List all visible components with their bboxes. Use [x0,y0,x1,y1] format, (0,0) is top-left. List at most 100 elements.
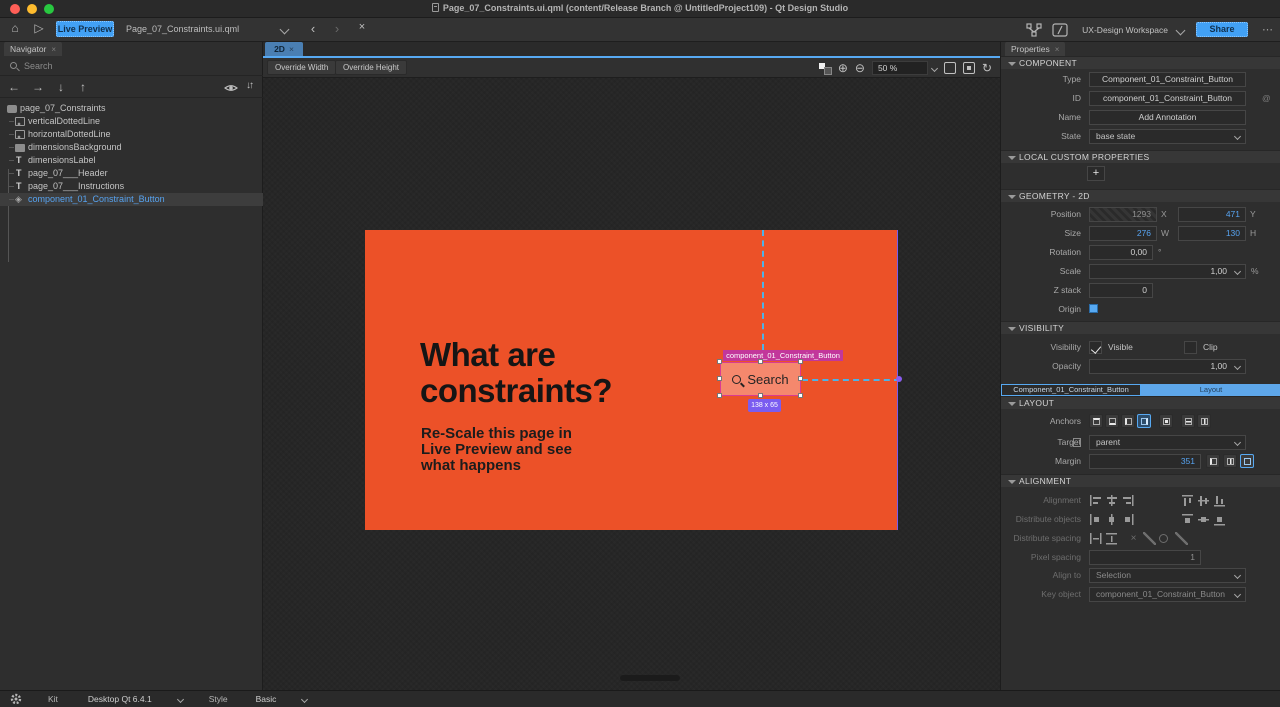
more-options-icon[interactable]: ⋯ [1262,23,1274,36]
selection-handle[interactable] [758,359,763,364]
anchor-horizontal-center-icon[interactable] [1197,414,1211,428]
zoom-level-select[interactable]: 50 % [872,61,928,75]
distribute-right-icon[interactable] [1121,513,1134,526]
anchor-top-icon[interactable] [1089,414,1103,428]
search-button-component[interactable]: Search [720,362,801,396]
add-property-button[interactable]: + [1087,166,1105,181]
spacing-diagonal-up-icon[interactable] [1143,532,1156,545]
spacing-diagonal-down-icon[interactable] [1175,532,1188,545]
align-right-icon[interactable] [1121,494,1134,507]
align-left-icon[interactable] [1089,494,1102,507]
align-bottom-icon[interactable] [1213,494,1226,507]
selection-handle[interactable] [758,393,763,398]
margin-left-icon[interactable] [1206,454,1220,468]
anchor-fill-icon[interactable] [1159,414,1173,428]
add-annotation-button[interactable]: Add Annotation [1089,110,1246,125]
share-button[interactable]: Share [1196,22,1248,37]
close-tab-icon[interactable]: × [289,44,294,54]
reset-view-icon[interactable]: ↻ [982,61,992,75]
anchor-left-icon[interactable] [1121,414,1135,428]
anchor-right-icon[interactable] [1137,414,1151,428]
visible-checkbox[interactable] [1089,341,1102,354]
annotations-icon[interactable] [1026,23,1042,37]
canvas-viewport[interactable]: What are constraints? Re-Scale this page… [263,78,1000,690]
navigator-tab[interactable]: Navigator× [4,42,62,56]
target-select[interactable]: parent [1089,435,1246,450]
section-visibility[interactable]: VISIBILITY [1001,321,1280,334]
canvas-color-mode-icon[interactable] [819,62,831,74]
tree-item-dimensions-background[interactable]: dimensionsBackground [0,141,263,154]
zstack-field[interactable]: 0 [1089,283,1153,298]
move-up-icon[interactable]: ↑ [80,80,86,94]
close-panel-icon[interactable]: × [1055,45,1060,54]
selection-handle[interactable] [717,359,722,364]
tree-item-vertical-dotted-line[interactable]: verticalDottedLine [0,115,263,128]
selection-handle[interactable] [798,393,803,398]
close-panel-icon[interactable]: × [51,45,56,54]
gear-icon[interactable] [10,693,22,705]
key-object-select[interactable]: component_01_Constraint_Button [1089,587,1246,602]
rotation-field[interactable]: 0,00 [1089,245,1153,260]
subtab-component[interactable]: Component_01_Constraint_Button [1001,384,1141,396]
visibility-eye-icon[interactable] [224,83,238,93]
canvas-horizontal-scrollbar[interactable] [620,675,680,681]
fit-frame-icon[interactable] [963,62,975,74]
style-select[interactable]: Basic [256,694,308,704]
clip-checkbox[interactable] [1184,341,1197,354]
tab-2d[interactable]: 2D× [265,42,303,56]
back-icon[interactable]: ‹ [306,21,320,36]
align-middle-icon[interactable] [1197,494,1210,507]
align-to-select[interactable]: Selection [1089,568,1246,583]
spacing-vertical-icon[interactable] [1105,532,1118,545]
distribute-left-icon[interactable] [1089,513,1102,526]
section-geometry-2d[interactable]: GEOMETRY - 2D [1001,189,1280,202]
zoom-chevron-icon[interactable] [931,64,938,71]
position-y-field[interactable]: 471 [1178,207,1246,222]
tree-item-dimensions-label[interactable]: dimensionsLabel [0,154,263,167]
distribute-top-icon[interactable] [1181,513,1194,526]
selection-handle[interactable] [717,393,722,398]
tree-item-horizontal-dotted-line[interactable]: horizontalDottedLine [0,128,263,141]
close-document-icon[interactable]: × [355,21,369,33]
size-height-field[interactable]: 130 [1178,226,1246,241]
size-width-field[interactable]: 276 [1089,226,1157,241]
subtab-layout[interactable]: Layout [1141,384,1280,396]
section-layout[interactable]: LAYOUT [1001,396,1280,409]
distribute-bottom-icon[interactable] [1213,513,1226,526]
override-width-button[interactable]: Override Width [267,60,336,75]
workspace-chevron-icon[interactable] [1176,26,1186,36]
opacity-select[interactable]: 1,00 [1089,359,1246,374]
properties-tab[interactable]: Properties× [1005,42,1065,56]
margin-field[interactable]: 351 [1089,454,1201,469]
section-alignment[interactable]: ALIGNMENT [1001,474,1280,487]
align-center-vertical-icon[interactable] [1105,494,1118,507]
workspace-selector-label[interactable]: UX-Design Workspace [1082,25,1168,35]
scale-select[interactable]: 1,00 [1089,264,1246,279]
selection-handle[interactable] [717,376,722,381]
distribute-center-h-icon[interactable] [1105,513,1118,526]
anchor-bottom-icon[interactable] [1105,414,1119,428]
distribute-center-v-icon[interactable] [1197,513,1210,526]
open-file-tab[interactable]: Page_07_Constraints.ui.qml [122,21,300,37]
fit-selection-icon[interactable] [944,62,956,74]
align-top-icon[interactable] [1181,494,1194,507]
margin-right-icon[interactable] [1240,454,1254,468]
search-input[interactable] [24,59,244,73]
sort-order-icon[interactable]: ↓↑ [246,80,252,91]
zoom-out-icon[interactable]: ⊖ [855,61,865,75]
tree-item-instructions-text[interactable]: page_07___Instructions [0,180,263,193]
margin-center-icon[interactable] [1223,454,1237,468]
section-component[interactable]: COMPONENT [1001,56,1280,69]
tree-item-page[interactable]: page_07_Constraints [0,102,263,115]
type-field[interactable]: Component_01_Constraint_Button [1089,72,1246,87]
move-down-icon[interactable]: ↓ [58,80,64,94]
position-x-field[interactable]: 1293 [1089,207,1157,222]
override-height-button[interactable]: Override Height [335,60,407,75]
pixel-spacing-field[interactable]: 1 [1089,550,1201,565]
home-icon[interactable]: ⌂ [6,21,24,35]
move-right-icon[interactable]: → [32,80,44,94]
state-select[interactable]: base state [1089,129,1246,144]
forward-icon[interactable]: › [330,21,344,36]
zoom-in-icon[interactable]: ⊕ [838,61,848,75]
id-field[interactable]: component_01_Constraint_Button [1089,91,1246,106]
